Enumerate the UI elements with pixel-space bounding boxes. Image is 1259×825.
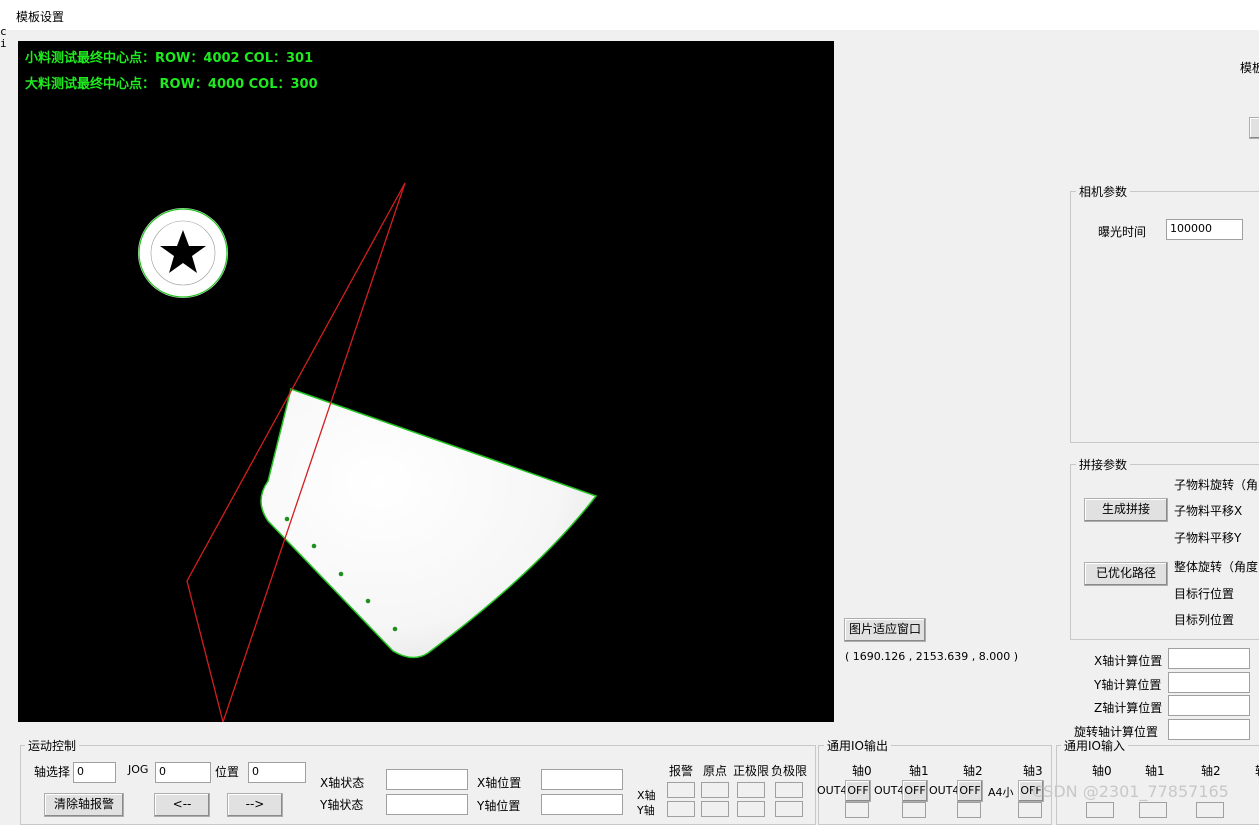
- x-origin-indicator: [701, 782, 729, 798]
- left-edge-text-1: c: [0, 25, 7, 38]
- template-label-partial: 模板: [1240, 61, 1259, 75]
- x-axis-row-label: X轴: [637, 789, 656, 802]
- io-out-second-row-2: [957, 802, 981, 818]
- exposure-label: 曝光时间: [1098, 225, 1147, 239]
- io-in-axis2: 轴2: [1201, 764, 1221, 778]
- jog-left-button[interactable]: <--: [154, 793, 210, 817]
- io-input-title: 通用IO输入: [1061, 737, 1128, 754]
- pos-limit-header: 正极限: [733, 764, 770, 778]
- x-neg-limit-indicator: [775, 782, 803, 798]
- overlay-large-center: 大料测试最终中心点： ROW：4000 COL：300: [25, 77, 318, 92]
- jog-label: JOG: [128, 763, 149, 776]
- io-out-name-3: A4小: [988, 786, 1014, 799]
- stitch-params-title: 拼接参数: [1076, 456, 1131, 473]
- x-pos-limit-indicator: [737, 782, 765, 798]
- position-input[interactable]: 0: [248, 762, 306, 783]
- target-col-label: 目标列位置: [1174, 613, 1235, 627]
- y-origin-indicator: [701, 801, 729, 817]
- y-position-label: Y轴位置: [477, 799, 521, 813]
- motion-control-title: 运动控制: [25, 737, 80, 754]
- x-status-label: X轴状态: [320, 776, 365, 790]
- image-canvas: [138, 182, 598, 722]
- io-in-axis0: 轴0: [1092, 764, 1112, 778]
- io-in-axis1: 轴1: [1145, 764, 1165, 778]
- feature-point: [392, 626, 398, 632]
- io-output-title: 通用IO输出: [824, 737, 891, 754]
- optimized-path-button[interactable]: 已优化路径: [1084, 562, 1168, 586]
- part-shape: [260, 388, 598, 659]
- rot-calc-field[interactable]: [1168, 719, 1250, 740]
- sub-translate-x-label: 子物料平移X: [1174, 504, 1243, 518]
- io-out-name-0: OUT4: [817, 784, 848, 797]
- left-edge-text-2: i: [0, 37, 7, 50]
- target-row-label: 目标行位置: [1174, 587, 1235, 601]
- exposure-input[interactable]: 100000: [1166, 219, 1243, 240]
- title-bar: 模板设置: [0, 0, 1259, 30]
- logo-mark: [138, 208, 228, 298]
- axis-select-label: 轴选择: [34, 765, 71, 779]
- y-pos-limit-indicator: [737, 801, 765, 817]
- io-out-second-row-3: [1018, 802, 1042, 818]
- alarm-header: 报警: [669, 764, 694, 778]
- neg-limit-header: 负极限: [771, 764, 808, 778]
- coordinate-readout: ( 1690.126 , 2153.639 , 8.000 ): [845, 650, 1019, 663]
- feature-point: [284, 516, 290, 522]
- window-title: 模板设置: [16, 10, 65, 24]
- io-in-axis3: 轴: [1255, 762, 1259, 779]
- io-in-indicator-2: [1196, 802, 1224, 818]
- fit-to-window-button[interactable]: 图片适应窗口: [844, 618, 926, 642]
- overlay-small-center: 小料测试最终中心点：ROW：4002 COL：301: [25, 51, 314, 66]
- z-calc-label: Z轴计算位置: [1094, 701, 1163, 715]
- jog-right-button[interactable]: -->: [227, 793, 283, 817]
- feature-point: [311, 543, 317, 549]
- generate-stitch-button[interactable]: 生成拼接: [1084, 498, 1168, 522]
- y-status-label: Y轴状态: [320, 798, 364, 812]
- x-position-label: X轴位置: [477, 776, 522, 790]
- clear-axis-alarm-button[interactable]: 清除轴报警: [44, 793, 124, 817]
- io-out-toggle-1[interactable]: OFF: [902, 780, 928, 802]
- partial-button[interactable]: [1249, 117, 1259, 139]
- y-alarm-indicator: [667, 801, 695, 817]
- feature-point: [338, 571, 344, 577]
- io-out-toggle-2[interactable]: OFF: [957, 780, 983, 802]
- io-out-axis1: 轴1: [909, 764, 929, 778]
- x-calc-field[interactable]: [1168, 648, 1250, 669]
- jog-input[interactable]: 0: [155, 762, 211, 783]
- csdn-watermark: CSDN @2301_77857165: [1032, 782, 1229, 801]
- io-in-indicator-1: [1139, 802, 1167, 818]
- overall-rotation-label: 整体旋转（角度: [1174, 560, 1259, 574]
- sub-rotation-label: 子物料旋转（角: [1174, 478, 1259, 492]
- axis-select-input[interactable]: 0: [73, 762, 116, 783]
- camera-params-title: 相机参数: [1076, 183, 1131, 200]
- io-in-indicator-0: [1086, 802, 1114, 818]
- io-out-second-row-1: [902, 802, 926, 818]
- sub-translate-y-label: 子物料平移Y: [1174, 531, 1242, 545]
- left-strip: [0, 30, 6, 812]
- io-out-name-1: OUT4: [874, 784, 905, 797]
- io-out-toggle-0[interactable]: OFF: [845, 780, 871, 802]
- y-axis-row-label: Y轴: [637, 804, 655, 817]
- y-calc-label: Y轴计算位置: [1094, 678, 1162, 692]
- io-out-second-row-0: [845, 802, 869, 818]
- x-status-field[interactable]: [386, 769, 468, 790]
- feature-point: [365, 598, 371, 604]
- x-calc-label: X轴计算位置: [1094, 654, 1163, 668]
- image-viewer[interactable]: 小料测试最终中心点：ROW：4002 COL：301 大料测试最终中心点： RO…: [18, 41, 834, 722]
- io-out-axis3: 轴3: [1023, 764, 1043, 778]
- origin-header: 原点: [703, 764, 728, 778]
- io-out-axis2: 轴2: [963, 764, 983, 778]
- z-calc-field[interactable]: [1168, 695, 1250, 716]
- io-out-axis0: 轴0: [852, 764, 872, 778]
- y-calc-field[interactable]: [1168, 672, 1250, 693]
- position-label: 位置: [215, 765, 240, 779]
- x-position-field[interactable]: [541, 769, 623, 790]
- x-alarm-indicator: [667, 782, 695, 798]
- io-out-name-2: OUT4: [929, 784, 960, 797]
- y-neg-limit-indicator: [775, 801, 803, 817]
